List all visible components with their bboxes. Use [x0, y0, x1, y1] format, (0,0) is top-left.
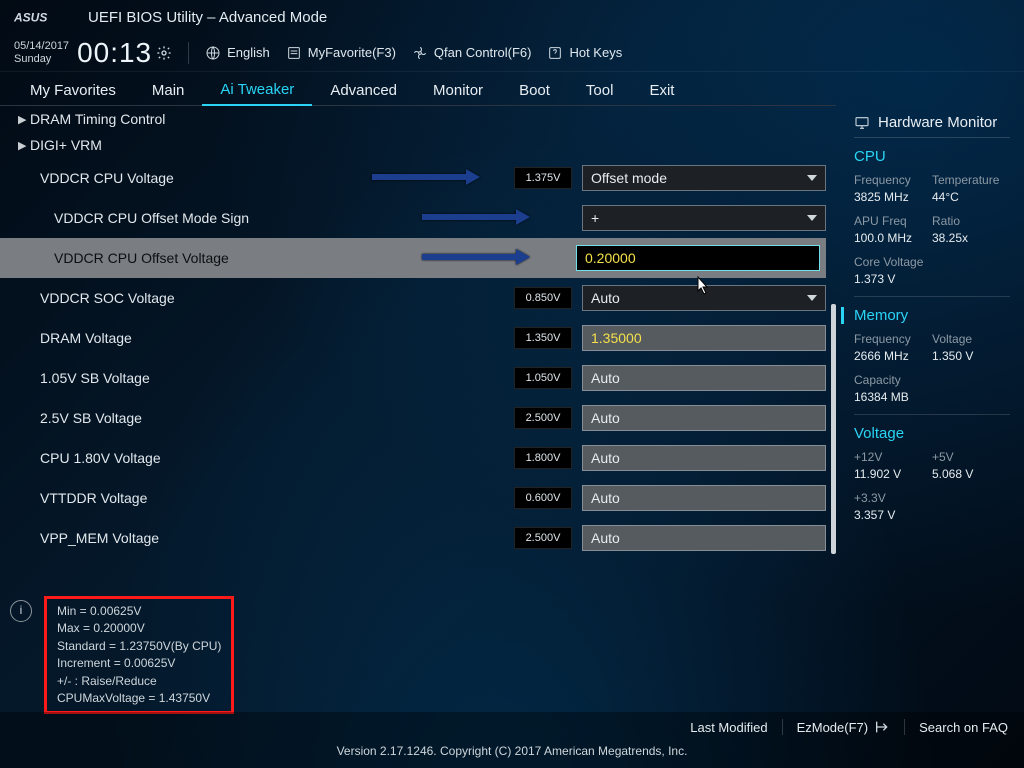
hardware-monitor-panel: Hardware Monitor CPU FrequencyTemperatur…	[836, 106, 1024, 712]
clock: 00:13	[77, 37, 172, 69]
voltage-badge: 1.800V	[514, 447, 572, 469]
vttddr-field[interactable]: Auto	[582, 485, 826, 511]
voltage-badge: 0.850V	[514, 287, 572, 309]
offset-voltage-input[interactable]: 0.20000	[576, 245, 820, 271]
105v-sb-field[interactable]: Auto	[582, 365, 826, 391]
vddcr-cpu-voltage-select[interactable]: Offset mode	[582, 165, 826, 191]
tab-myfavorites[interactable]: My Favorites	[12, 76, 134, 105]
hw-cpu-header: CPU	[854, 148, 1010, 165]
row-vddcr-cpu-voltage: VDDCR CPU Voltage 1.375V Offset mode	[0, 158, 826, 198]
voltage-badge: 2.500V	[514, 527, 572, 549]
search-faq-link[interactable]: Search on FAQ	[919, 720, 1008, 735]
voltage-badge: 1.050V	[514, 367, 572, 389]
voltage-badge: 2.500V	[514, 407, 572, 429]
row-vddcr-soc-voltage: VDDCR SOC Voltage 0.850V Auto	[0, 278, 826, 318]
chevron-right-icon: ▶	[18, 139, 26, 152]
offset-mode-sign-select[interactable]: +	[582, 205, 826, 231]
voltage-badge: 1.350V	[514, 327, 572, 349]
25v-sb-field[interactable]: Auto	[582, 405, 826, 431]
version-text: Version 2.17.1246. Copyright (C) 2017 Am…	[0, 742, 1024, 758]
row-25v-sb: 2.5V SB Voltage 2.500V Auto	[0, 398, 826, 438]
hw-title: Hardware Monitor	[878, 114, 997, 131]
tab-tool[interactable]: Tool	[568, 76, 632, 105]
asus-logo: ASUS	[14, 7, 74, 27]
row-offset-mode-sign: VDDCR CPU Offset Mode Sign +	[0, 198, 826, 238]
vppmem-field[interactable]: Auto	[582, 525, 826, 551]
exit-arrow-icon	[874, 719, 890, 735]
fan-icon	[412, 45, 428, 61]
globe-icon	[205, 45, 221, 61]
scrollbar-thumb[interactable]	[831, 304, 836, 554]
monitor-icon	[854, 115, 870, 131]
myfavorite-link[interactable]: MyFavorite(F3)	[286, 45, 396, 61]
tab-boot[interactable]: Boot	[501, 76, 568, 105]
list-icon	[286, 45, 302, 61]
row-cpu-180v: CPU 1.80V Voltage 1.800V Auto	[0, 438, 826, 478]
cpu-180v-field[interactable]: Auto	[582, 445, 826, 471]
voltage-badge: 1.375V	[514, 167, 572, 189]
hw-memory-header: Memory	[841, 307, 1010, 324]
tree-dram-timing[interactable]: ▶ DRAM Timing Control	[0, 106, 826, 132]
row-dram-voltage: DRAM Voltage 1.350V 1.35000	[0, 318, 826, 358]
vddcr-soc-voltage-select[interactable]: Auto	[582, 285, 826, 311]
tab-advanced[interactable]: Advanced	[312, 76, 415, 105]
svg-text:ASUS: ASUS	[14, 10, 47, 24]
footer: Last Modified EzMode(F7) Search on FAQ V…	[0, 712, 1024, 768]
help-icon	[547, 45, 563, 61]
dram-voltage-field[interactable]: 1.35000	[582, 325, 826, 351]
row-vppmem: VPP_MEM Voltage 2.500V Auto	[0, 518, 826, 558]
info-highlight-box: Min = 0.00625V Max = 0.20000V Standard =…	[44, 596, 234, 714]
chevron-right-icon: ▶	[18, 113, 26, 126]
gear-icon[interactable]	[156, 45, 172, 61]
tab-monitor[interactable]: Monitor	[415, 76, 501, 105]
row-105v-sb: 1.05V SB Voltage 1.050V Auto	[0, 358, 826, 398]
tab-main[interactable]: Main	[134, 76, 203, 105]
info-icon: i	[10, 600, 32, 622]
last-modified-link[interactable]: Last Modified	[690, 720, 767, 735]
app-title: UEFI BIOS Utility – Advanced Mode	[88, 9, 327, 26]
row-offset-voltage: VDDCR CPU Offset Voltage 0.20000	[0, 238, 826, 278]
tree-digi-vrm[interactable]: ▶ DIGI+ VRM	[0, 132, 826, 158]
qfan-link[interactable]: Qfan Control(F6)	[412, 45, 532, 61]
tab-aitweaker[interactable]: Ai Tweaker	[202, 75, 312, 106]
voltage-badge: 0.600V	[514, 487, 572, 509]
main-nav: My Favorites Main Ai Tweaker Advanced Mo…	[0, 72, 836, 106]
ezmode-link[interactable]: EzMode(F7)	[797, 719, 891, 735]
datetime-block: 05/14/2017 Sunday 00:13	[14, 37, 172, 69]
hotkeys-link[interactable]: Hot Keys	[547, 45, 622, 61]
day: Sunday	[14, 53, 69, 65]
language-selector[interactable]: English	[205, 45, 270, 61]
hw-voltage-header: Voltage	[854, 425, 1010, 442]
tab-exit[interactable]: Exit	[631, 76, 692, 105]
help-info-bar: i Min = 0.00625V Max = 0.20000V Standard…	[6, 596, 826, 706]
row-vttddr: VTTDDR Voltage 0.600V Auto	[0, 478, 826, 518]
date: 05/14/2017	[14, 40, 69, 52]
